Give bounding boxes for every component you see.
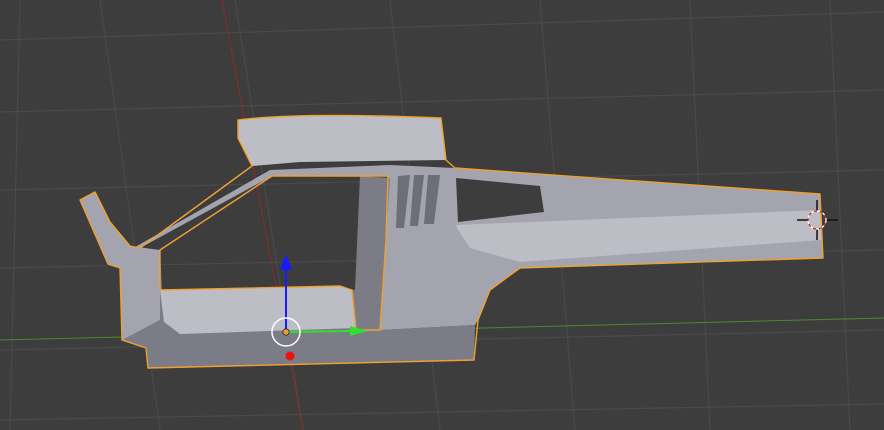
- y-axis-arrow[interactable]: [285, 330, 353, 333]
- grid-line-h: [0, 11, 884, 41]
- grid-line-v: [829, 0, 851, 430]
- grid-line-v: [9, 0, 21, 430]
- grid-line-h: [0, 403, 884, 421]
- 3d-viewport[interactable]: [0, 0, 884, 430]
- car-body-mesh[interactable]: [79, 114, 824, 369]
- grid-line-h: [0, 89, 884, 113]
- x-axis-handle[interactable]: [285, 351, 295, 361]
- viewport-canvas[interactable]: [0, 0, 884, 430]
- side-vents: [396, 175, 440, 228]
- object-origin: [282, 328, 290, 336]
- roof-panel[interactable]: [238, 115, 446, 166]
- cabin-floor: [160, 286, 356, 334]
